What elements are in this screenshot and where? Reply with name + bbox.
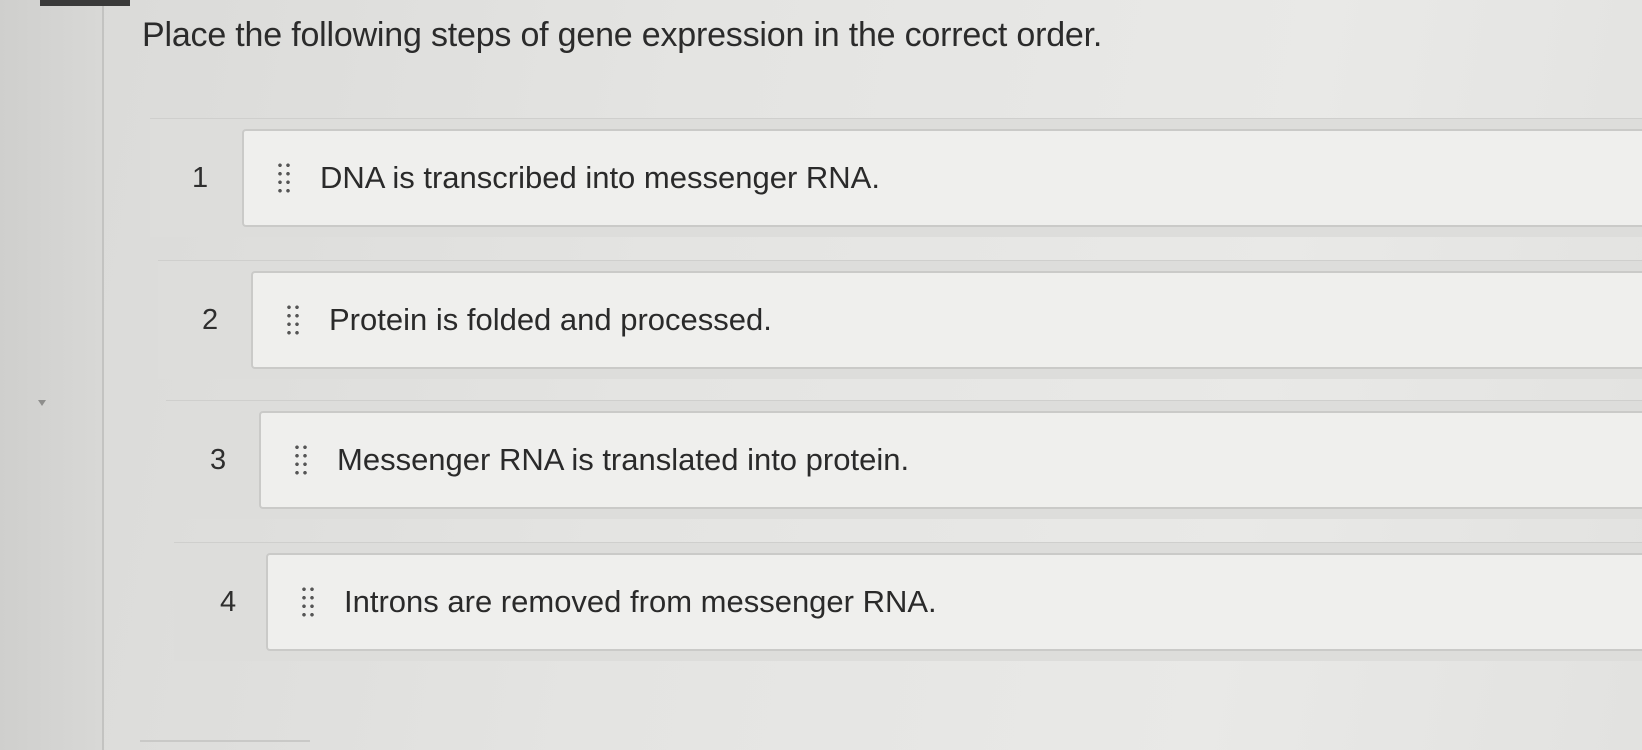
drag-handle-icon[interactable] [276, 161, 292, 195]
draggable-step-card[interactable]: Messenger RNA is translated into protein… [259, 411, 1642, 509]
step-number: 1 [192, 161, 209, 194]
step-row: 3 Messenger RNA is translated into prote… [166, 400, 1642, 519]
drag-handle-icon[interactable] [300, 585, 316, 619]
left-gutter [0, 0, 104, 750]
draggable-step-card[interactable]: Introns are removed from messenger RNA. [266, 553, 1642, 651]
step-number: 4 [220, 585, 237, 618]
draggable-step-card[interactable]: Protein is folded and processed. [251, 271, 1642, 369]
drag-handle-icon[interactable] [293, 443, 309, 477]
step-number: 2 [202, 303, 219, 336]
step-text: Protein is folded and processed. [329, 302, 772, 337]
drag-handle-icon[interactable] [285, 303, 301, 337]
top-strip [40, 0, 130, 6]
step-row: 2 Protein is folded and processed. [158, 260, 1642, 379]
caret-down-icon [38, 400, 46, 406]
step-number: 3 [210, 443, 227, 476]
step-row: 1 DNA is transcribed into messenger RNA. [150, 118, 1642, 237]
divider [140, 740, 310, 742]
step-text: Introns are removed from messenger RNA. [344, 584, 937, 619]
draggable-step-card[interactable]: DNA is transcribed into messenger RNA. [242, 129, 1642, 227]
step-text: Messenger RNA is translated into protein… [337, 442, 910, 477]
question-prompt: Place the following steps of gene expres… [142, 16, 1103, 54]
step-row: 4 Introns are removed from messenger RNA… [174, 542, 1642, 661]
step-text: DNA is transcribed into messenger RNA. [320, 160, 880, 195]
